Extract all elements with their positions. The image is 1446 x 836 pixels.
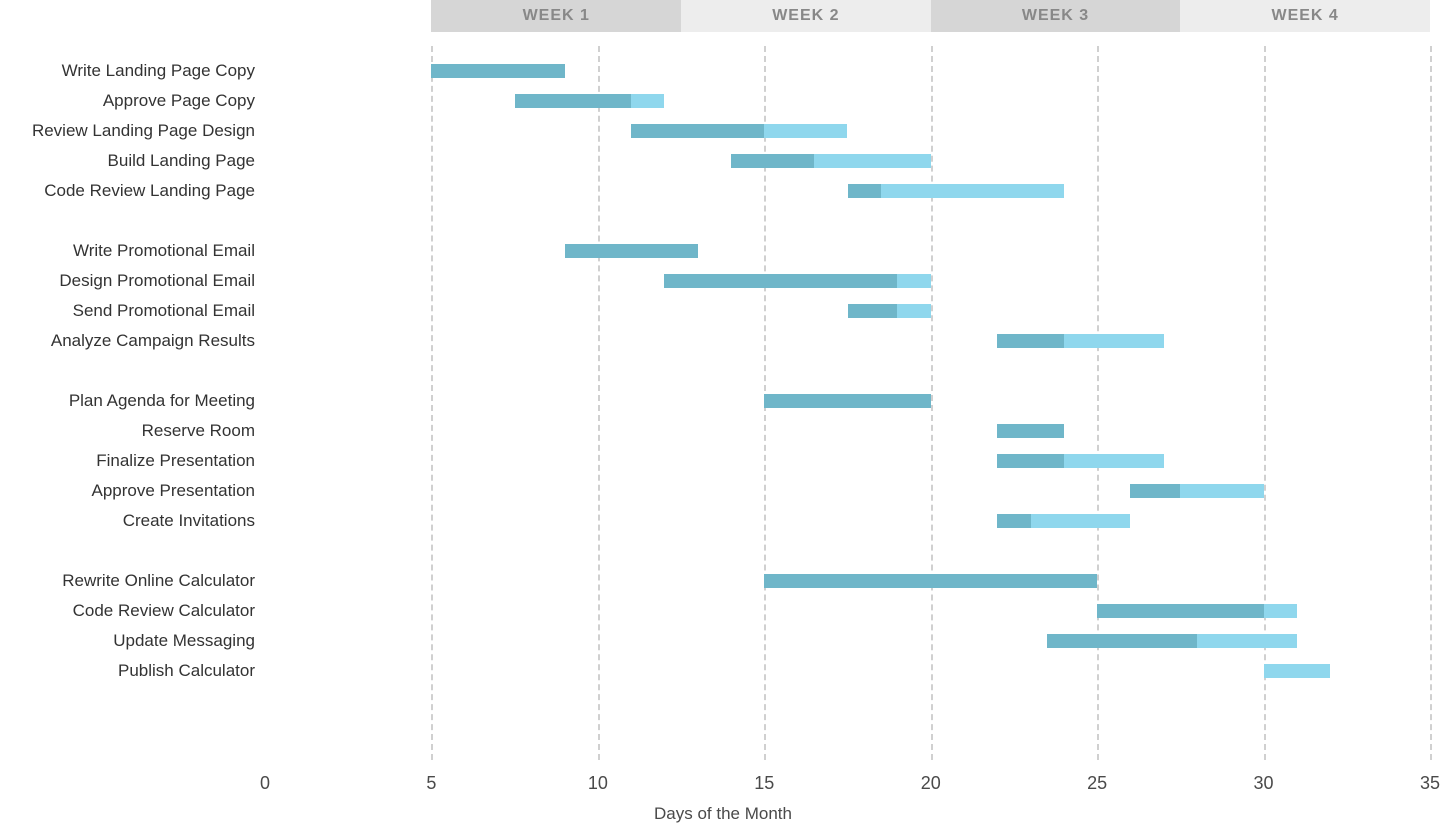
task-label: Write Landing Page Copy <box>0 61 255 81</box>
task-bar-secondary <box>814 154 931 168</box>
task-row: Plan Agenda for Meeting <box>0 386 1430 416</box>
week-header-label: WEEK 1 <box>431 0 681 32</box>
task-label: Build Landing Page <box>0 151 255 171</box>
task-bar-primary <box>997 454 1064 468</box>
task-label: Design Promotional Email <box>0 271 255 291</box>
task-bar-secondary <box>1031 514 1131 528</box>
x-axis-title: Days of the Month <box>654 804 792 824</box>
task-bar-primary <box>997 424 1064 438</box>
task-label: Rewrite Online Calculator <box>0 571 255 591</box>
task-row: Create Invitations <box>0 506 1430 536</box>
task-bar-secondary <box>1064 454 1164 468</box>
task-bar-secondary <box>1197 634 1297 648</box>
task-row: Analyze Campaign Results <box>0 326 1430 356</box>
task-label: Approve Presentation <box>0 481 255 501</box>
gridline <box>1430 46 1432 760</box>
task-bar-primary <box>848 304 898 318</box>
task-bar-secondary <box>1064 334 1164 348</box>
task-bar-secondary <box>897 274 930 288</box>
task-row: Write Landing Page Copy <box>0 56 1430 86</box>
task-row: Code Review Calculator <box>0 596 1430 626</box>
x-tick-label: 25 <box>1087 773 1107 794</box>
task-row: Design Promotional Email <box>0 266 1430 296</box>
task-row: Code Review Landing Page <box>0 176 1430 206</box>
task-label: Write Promotional Email <box>0 241 255 261</box>
task-bar-secondary <box>631 94 664 108</box>
task-bar-primary <box>515 94 632 108</box>
task-label: Code Review Calculator <box>0 601 255 621</box>
week-header: WEEK 1WEEK 2WEEK 3WEEK 4 <box>0 0 1446 32</box>
task-row: Approve Page Copy <box>0 86 1430 116</box>
task-bar-secondary <box>1264 604 1297 618</box>
task-label: Publish Calculator <box>0 661 255 681</box>
week-header-label: WEEK 2 <box>681 0 931 32</box>
task-bar-secondary <box>1264 664 1331 678</box>
task-bar-secondary <box>881 184 1064 198</box>
task-bar-secondary <box>764 124 847 138</box>
task-label: Review Landing Page Design <box>0 121 255 141</box>
task-bar-primary <box>731 154 814 168</box>
task-row: Review Landing Page Design <box>0 116 1430 146</box>
task-label: Reserve Room <box>0 421 255 441</box>
task-label: Update Messaging <box>0 631 255 651</box>
task-spacer <box>0 206 1430 236</box>
task-bar-primary <box>431 64 564 78</box>
week-header-spacer <box>0 0 431 32</box>
task-row: Finalize Presentation <box>0 446 1430 476</box>
task-row: Write Promotional Email <box>0 236 1430 266</box>
task-bar-primary <box>848 184 881 198</box>
task-bar-primary <box>1097 604 1263 618</box>
task-bar-primary <box>997 514 1030 528</box>
x-tick-label: 0 <box>260 773 270 794</box>
task-label: Code Review Landing Page <box>0 181 255 201</box>
task-label: Plan Agenda for Meeting <box>0 391 255 411</box>
task-row: Send Promotional Email <box>0 296 1430 326</box>
task-row: Update Messaging <box>0 626 1430 656</box>
task-row: Rewrite Online Calculator <box>0 566 1430 596</box>
task-bar-primary <box>1047 634 1197 648</box>
task-bar-secondary <box>1180 484 1263 498</box>
task-bar-secondary <box>897 304 930 318</box>
task-label: Finalize Presentation <box>0 451 255 471</box>
task-bar-primary <box>764 394 930 408</box>
task-bar-primary <box>565 244 698 258</box>
task-spacer <box>0 356 1430 386</box>
task-row: Publish Calculator <box>0 656 1430 686</box>
x-tick-label: 35 <box>1420 773 1440 794</box>
task-bar-primary <box>631 124 764 138</box>
x-tick-label: 30 <box>1254 773 1274 794</box>
plot-area: Write Landing Page CopyApprove Page Copy… <box>265 46 1430 760</box>
task-bar-primary <box>764 574 1097 588</box>
task-bar-primary <box>997 334 1064 348</box>
task-bar-primary <box>664 274 897 288</box>
week-header-label: WEEK 3 <box>931 0 1181 32</box>
task-row: Approve Presentation <box>0 476 1430 506</box>
task-row: Build Landing Page <box>0 146 1430 176</box>
x-tick-label: 10 <box>588 773 608 794</box>
task-label: Send Promotional Email <box>0 301 255 321</box>
task-bar-primary <box>1130 484 1180 498</box>
week-header-label: WEEK 4 <box>1180 0 1430 32</box>
task-label: Approve Page Copy <box>0 91 255 111</box>
x-tick-label: 15 <box>754 773 774 794</box>
task-label: Create Invitations <box>0 511 255 531</box>
task-label: Analyze Campaign Results <box>0 331 255 351</box>
x-tick-label: 5 <box>426 773 436 794</box>
x-tick-label: 20 <box>921 773 941 794</box>
task-row: Reserve Room <box>0 416 1430 446</box>
gantt-chart: WEEK 1WEEK 2WEEK 3WEEK 4 Write Landing P… <box>0 0 1446 836</box>
task-spacer <box>0 536 1430 566</box>
